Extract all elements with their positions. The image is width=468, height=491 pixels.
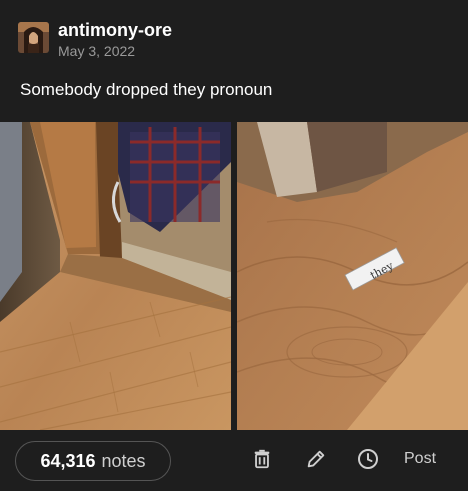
avatar[interactable] xyxy=(18,22,49,53)
pencil-icon xyxy=(305,448,327,475)
schedule-button[interactable] xyxy=(356,447,380,476)
notes-count: 64,316 xyxy=(40,450,96,471)
photo-floor-magnet: they xyxy=(237,122,468,430)
photo-doorway xyxy=(0,122,231,430)
notes-button[interactable]: 64,316 notes xyxy=(15,441,171,481)
username[interactable]: antimony-ore xyxy=(58,20,172,41)
post-date: May 3, 2022 xyxy=(58,43,136,59)
post-button[interactable]: Post xyxy=(404,450,436,468)
post-footer: 64,316 notes Post xyxy=(0,430,468,491)
trash-icon xyxy=(251,448,273,475)
notes-label: notes xyxy=(101,450,146,471)
post-header: antimony-ore May 3, 2022 xyxy=(18,20,438,60)
post-caption: Somebody dropped they pronoun xyxy=(20,80,273,99)
post-card: antimony-ore May 3, 2022 Somebody droppe… xyxy=(0,0,468,491)
edit-button[interactable] xyxy=(304,449,328,473)
delete-button[interactable] xyxy=(250,449,274,473)
clock-icon xyxy=(356,447,380,476)
